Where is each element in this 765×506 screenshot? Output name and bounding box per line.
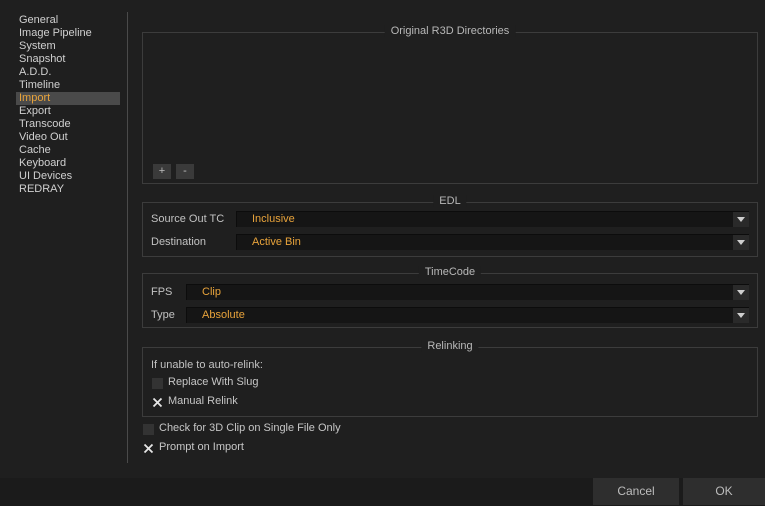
type-value: Absolute	[202, 309, 245, 321]
sidebar-item-redray[interactable]: REDRAY	[16, 183, 120, 196]
relinking-group: Relinking If unable to auto-relink: Repl…	[142, 340, 758, 417]
relink-intro-label: If unable to auto-relink:	[151, 359, 263, 371]
destination-select[interactable]: Active Bin	[236, 234, 749, 250]
source-out-tc-label: Source Out TC	[151, 213, 225, 225]
r3d-directories-group: Original R3D Directories + -	[142, 25, 758, 184]
sidebar-item-transcode[interactable]: Transcode	[16, 118, 120, 131]
type-select[interactable]: Absolute	[186, 307, 749, 323]
timecode-title: TimeCode	[418, 266, 482, 278]
prompt-on-import-label: Prompt on Import	[159, 441, 244, 453]
add-directory-button[interactable]: +	[153, 164, 171, 179]
destination-label: Destination	[151, 236, 207, 248]
cancel-button[interactable]: Cancel	[593, 478, 679, 505]
r3d-directories-list[interactable]	[143, 41, 757, 159]
fps-select[interactable]: Clip	[186, 284, 749, 300]
timecode-group: TimeCode FPS Clip Type Absolute	[142, 266, 758, 328]
chevron-down-icon	[733, 212, 749, 227]
sidebar-item-system[interactable]: System	[16, 40, 120, 53]
edl-title: EDL	[433, 195, 467, 207]
settings-sidebar: General Image Pipeline System Snapshot A…	[16, 14, 120, 196]
edl-group: EDL Source Out TC Inclusive Destination …	[142, 195, 758, 257]
sidebar-item-keyboard[interactable]: Keyboard	[16, 157, 120, 170]
source-out-tc-select[interactable]: Inclusive	[236, 211, 749, 227]
relinking-title: Relinking	[421, 340, 479, 352]
sidebar-item-image-pipeline[interactable]: Image Pipeline	[16, 27, 120, 40]
sidebar-item-cache[interactable]: Cache	[16, 144, 120, 157]
chevron-down-icon	[733, 308, 749, 323]
r3d-directories-title: Original R3D Directories	[384, 25, 516, 37]
replace-with-slug-checkbox[interactable]	[152, 378, 163, 389]
check-x-icon	[143, 443, 154, 454]
remove-directory-button[interactable]: -	[176, 164, 194, 179]
destination-value: Active Bin	[252, 236, 301, 248]
manual-relink-label: Manual Relink	[168, 395, 238, 407]
chevron-down-icon	[733, 235, 749, 250]
sidebar-item-import[interactable]: Import	[16, 92, 120, 105]
sidebar-divider	[127, 12, 128, 463]
check-3d-clip-label: Check for 3D Clip on Single File Only	[159, 422, 341, 434]
check-3d-clip-checkbox[interactable]	[143, 424, 154, 435]
ok-button[interactable]: OK	[683, 478, 765, 505]
sidebar-item-snapshot[interactable]: Snapshot	[16, 53, 120, 66]
sidebar-item-timeline[interactable]: Timeline	[16, 79, 120, 92]
sidebar-item-video-out[interactable]: Video Out	[16, 131, 120, 144]
sidebar-item-ui-devices[interactable]: UI Devices	[16, 170, 120, 183]
fps-value: Clip	[202, 286, 221, 298]
chevron-down-icon	[733, 285, 749, 300]
manual-relink-checkbox[interactable]	[152, 397, 163, 408]
source-out-tc-value: Inclusive	[252, 213, 295, 225]
type-label: Type	[151, 309, 175, 321]
sidebar-item-add[interactable]: A.D.D.	[16, 66, 120, 79]
check-x-icon	[152, 397, 163, 408]
replace-with-slug-label: Replace With Slug	[168, 376, 259, 388]
prompt-on-import-checkbox[interactable]	[143, 443, 154, 454]
sidebar-item-general[interactable]: General	[16, 14, 120, 27]
fps-label: FPS	[151, 286, 173, 298]
sidebar-item-export[interactable]: Export	[16, 105, 120, 118]
